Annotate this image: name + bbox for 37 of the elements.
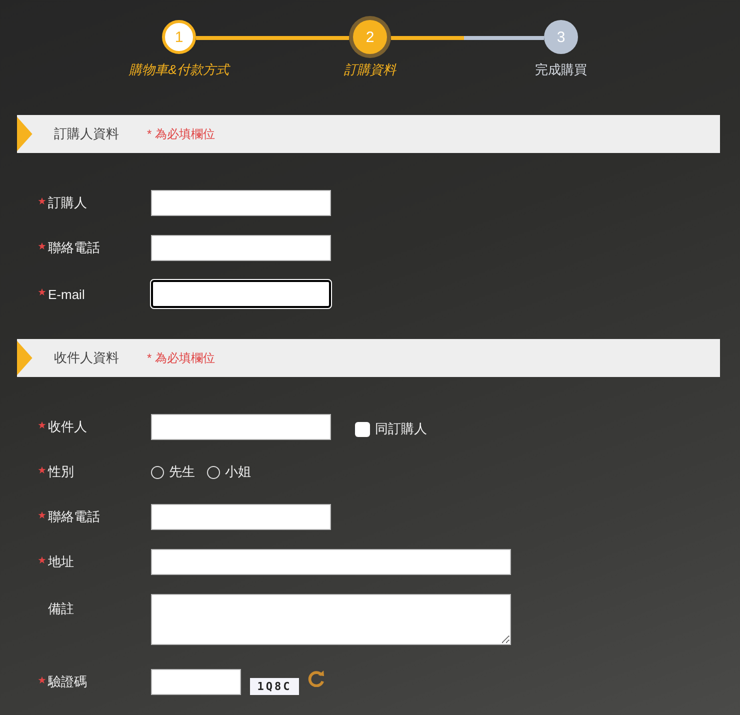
input-field[interactable] — [151, 235, 331, 261]
input-field[interactable] — [151, 280, 331, 308]
input-field[interactable] — [151, 549, 511, 575]
step-circle: 2 — [353, 20, 387, 54]
radio-button[interactable] — [151, 466, 164, 478]
field-label: E-mail — [48, 286, 85, 302]
radio-label: 先生 — [169, 463, 195, 481]
checkbox-label: 同訂購人 — [375, 420, 427, 438]
field-label: 性別 — [48, 463, 74, 481]
section-title: 訂購人資料 — [54, 125, 120, 143]
arrow-icon — [17, 115, 35, 153]
field-label: 聯絡電話 — [48, 508, 100, 526]
step-circle: 1 — [162, 20, 196, 54]
text-area[interactable] — [151, 594, 511, 645]
checkbox[interactable] — [355, 422, 370, 436]
input-field[interactable] — [151, 190, 331, 216]
refresh-icon[interactable] — [308, 670, 325, 687]
step-label: 完成購買 — [535, 61, 587, 79]
captcha-image: 1Q8C — [250, 678, 299, 695]
field-label: 備註 — [48, 600, 74, 618]
field-label: 訂購人 — [48, 194, 87, 212]
field-label: 地址 — [48, 553, 74, 571]
input-field[interactable] — [151, 504, 331, 530]
radio-label: 小姐 — [225, 463, 251, 481]
field-label: 驗證碼 — [48, 673, 87, 691]
arrow-icon — [17, 339, 35, 377]
field-label: 收件人 — [48, 418, 87, 436]
input-field[interactable] — [151, 414, 331, 440]
required-note: * 為必填欄位 — [147, 126, 216, 142]
section-title: 收件人資料 — [54, 349, 120, 367]
field-label: 聯絡電話 — [48, 239, 100, 257]
required-note: * 為必填欄位 — [147, 350, 216, 366]
step-label: 購物車&付款方式 — [129, 61, 229, 79]
radio-button[interactable] — [207, 466, 220, 478]
input-field[interactable] — [151, 669, 241, 695]
step-circle: 3 — [544, 20, 578, 54]
step-label: 訂購資料 — [344, 61, 396, 79]
